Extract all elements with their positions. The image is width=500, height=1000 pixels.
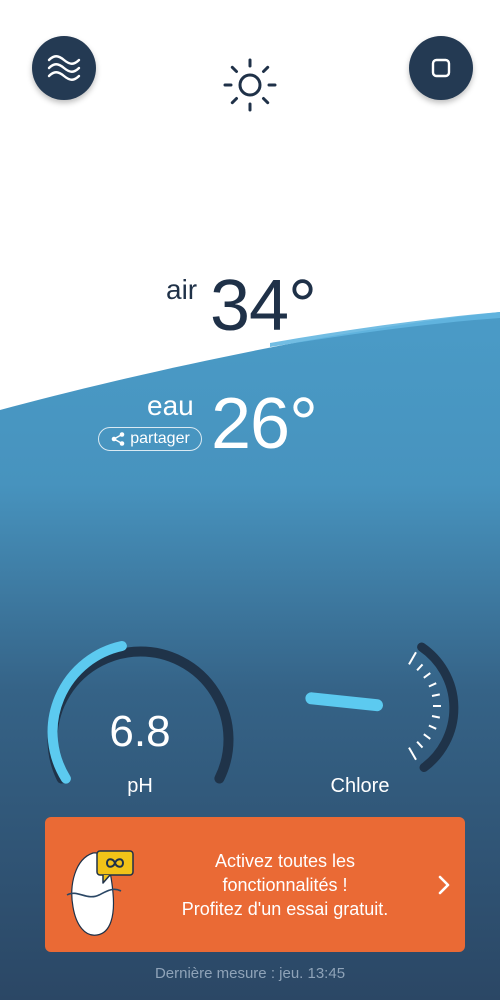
air-temperature: 34° [210,266,317,346]
chlore-tick [408,651,417,665]
promo-line-2: fonctionnalités ! [222,875,348,895]
air-label: air [166,274,198,305]
ph-label: pH [127,775,153,797]
chlore-tick [428,724,437,730]
app-screen: air 34° eau 26° partager 6.8 pH Chlore A… [0,0,500,1000]
chlore-tick [416,663,424,671]
chlore-tick [428,682,437,688]
promo-line-3: Profitez d'un essai gratuit. [181,899,389,919]
device-icon [431,58,451,78]
ph-value: 6.8 [109,707,171,756]
waves-icon [47,55,81,81]
gauges [47,641,459,784]
share-button[interactable]: partager [98,427,202,451]
promo-text: Activez toutes les fonctionnalités ! Pro… [145,849,425,921]
device-button[interactable] [409,36,473,100]
chlore-tick [431,693,441,697]
chevron-right-icon [438,875,450,895]
chlore-tick [431,715,441,719]
chlore-gauge-ticks [408,651,441,761]
chlore-tick [416,741,424,749]
share-icon [111,432,125,446]
water-label: eau [147,390,194,421]
chlore-tick [408,747,417,761]
device-trial-illustration [66,850,134,936]
promo-line-1: Activez toutes les [214,851,356,871]
share-label: partager [130,430,190,447]
menu-button[interactable] [32,36,96,100]
last-measure-text: Dernière mesure : jeu. 13:45 [154,965,346,982]
chlore-gauge-arc [417,642,459,772]
sun-icon[interactable] [221,56,279,114]
water-temperature: 26° [211,384,318,464]
trial-promo-banner[interactable]: Activez toutes les fonctionnalités ! Pro… [45,817,465,952]
chlore-label: Chlore [330,775,390,797]
chlore-tick [423,733,431,740]
chlore-tick [423,672,431,679]
chlore-needle [305,692,383,712]
